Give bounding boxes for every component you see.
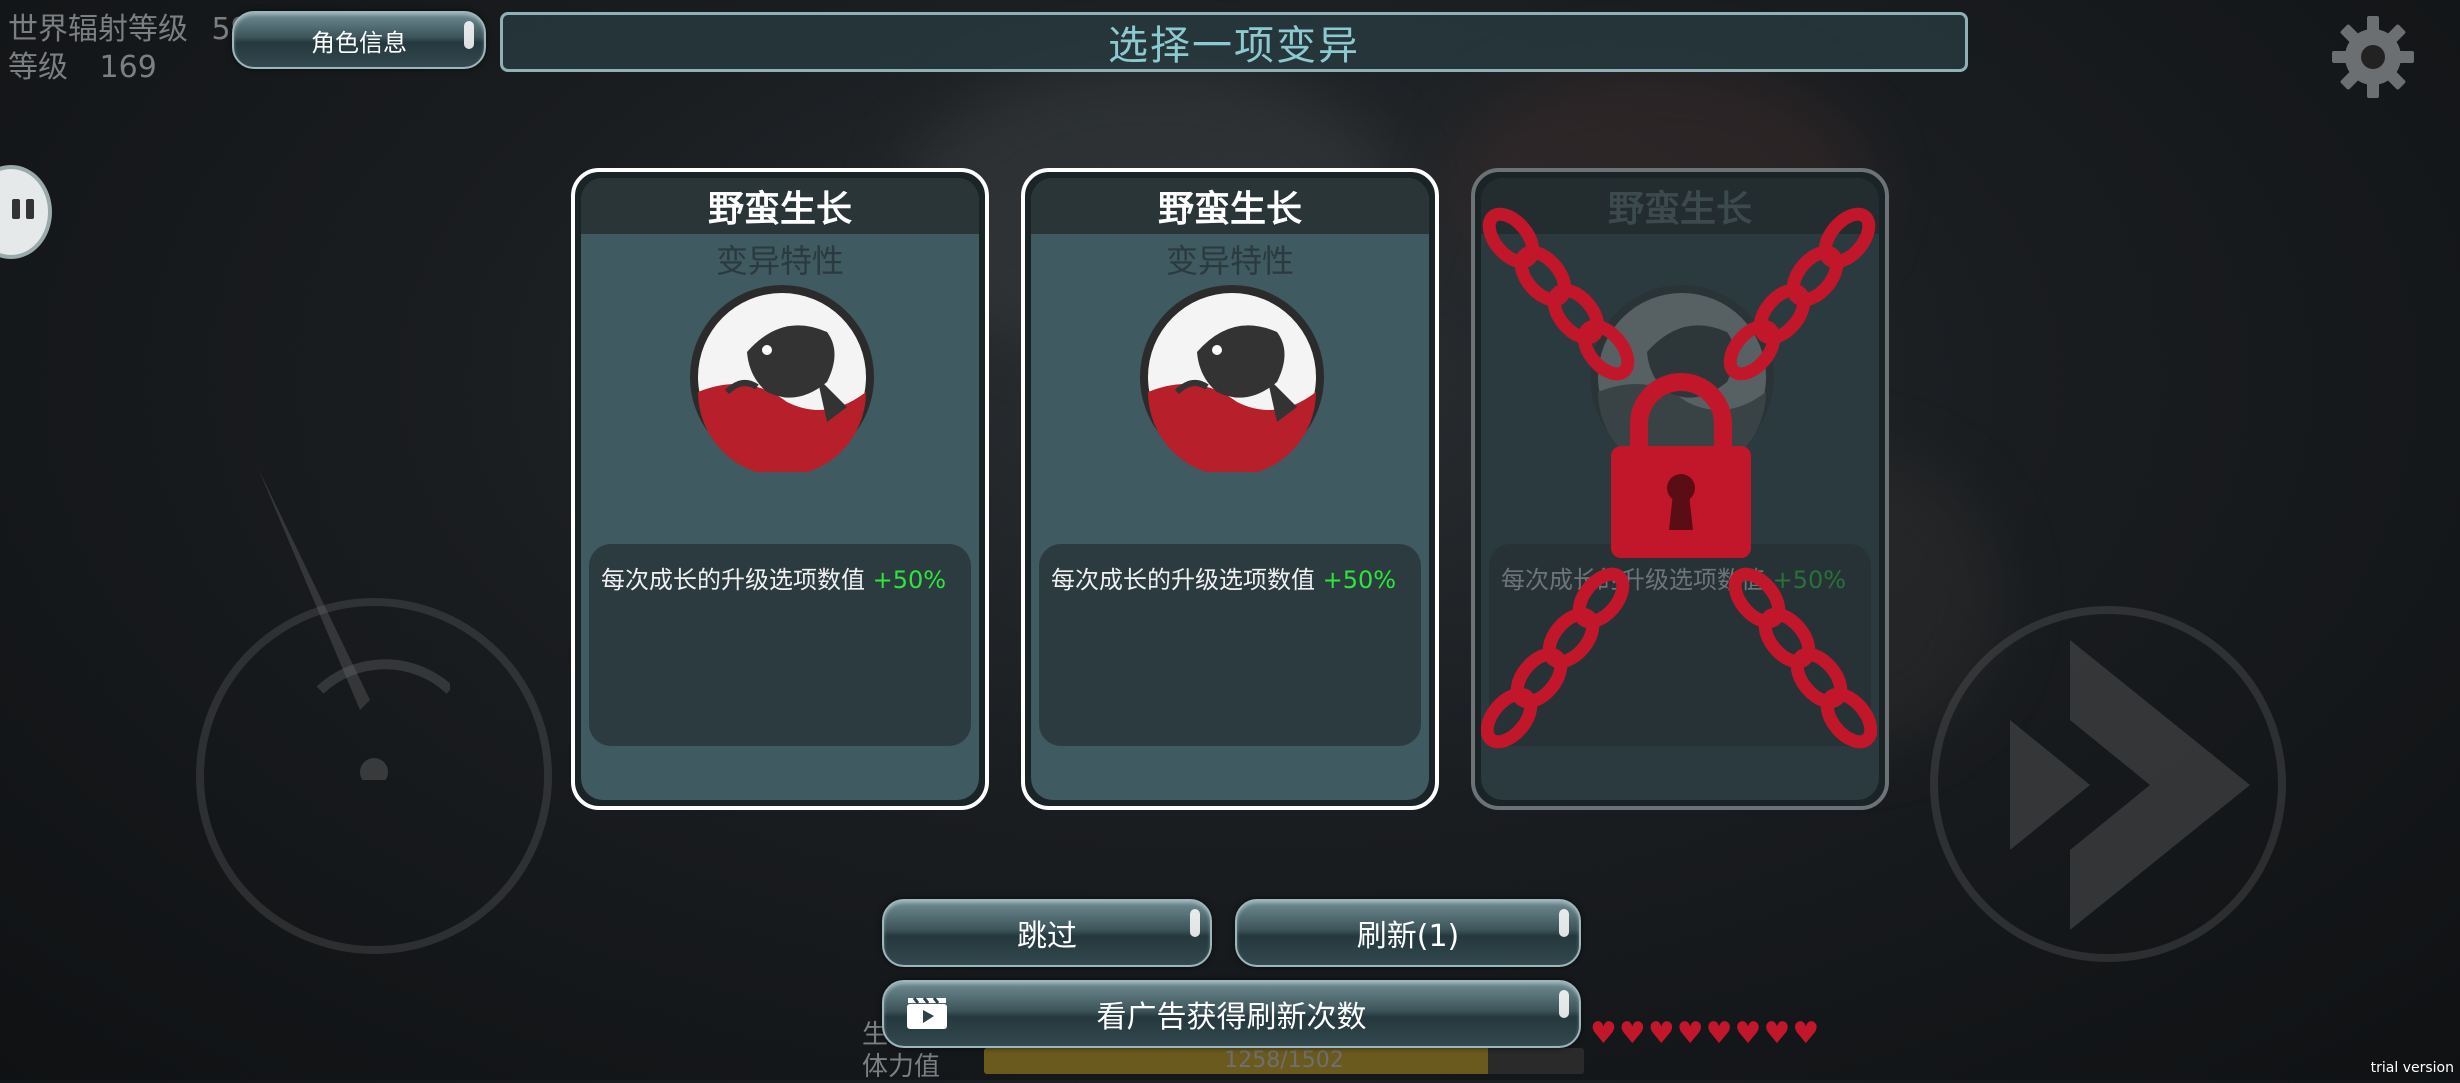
watch-ad-label: 看广告获得刷新次数 [1096,1000,1367,1035]
card-type: 变异特性 [1165,242,1294,280]
heart-icon: ♥ [1647,1016,1677,1051]
card-bonus-value: +50% [872,566,947,594]
hp-hearts: ♥♥♥♥♥♥♥♥ [1590,1016,1821,1051]
card-description-text: 每次成长的升级选项数值 [601,566,865,594]
card-bonus-value: +50% [1322,566,1397,594]
pause-icon[interactable] [0,165,52,259]
joystick-needle [250,460,454,786]
button-shine [1559,990,1569,1018]
trial-watermark: trial version [2370,1060,2454,1076]
card-title: 野蛮生长 [581,178,979,234]
video-ad-icon [906,996,948,1030]
mutation-selection-title-bar: 选择一项变异 [500,12,1968,72]
mutation-card-1[interactable]: 野蛮生长 变异特性 每次成长的升级选项数值 +50% [571,168,989,810]
card-type: 变异特性 [715,242,844,280]
watch-ad-button[interactable]: 看广告获得刷新次数 [882,980,1581,1048]
character-info-button[interactable]: 角色信息 [232,11,486,69]
double-chevron-right-icon [2000,640,2260,930]
refresh-label: 刷新(1) [1356,919,1460,954]
heart-icon: ♥ [1618,1016,1648,1051]
heart-icon: ♥ [1763,1016,1793,1051]
stamina-value: 1258/1502 [1224,1048,1344,1073]
level-label: 等级 [8,50,68,85]
card-description: 每次成长的升级选项数值 +50% [1051,560,1396,595]
button-shine [1190,909,1200,937]
padlock-icon [1611,368,1751,558]
player-level: 等级 169 [8,42,157,86]
gear-icon[interactable] [2330,14,2416,100]
skip-label: 跳过 [1017,919,1077,954]
character-info-label: 角色信息 [311,28,407,57]
card-description-panel: 每次成长的升级选项数值 +50% [589,544,971,746]
refresh-button[interactable]: 刷新(1) [1235,899,1581,967]
card-description: 每次成长的升级选项数值 +50% [601,560,946,595]
fish-mutation-icon [1137,282,1327,476]
button-shine [464,21,474,49]
skip-button[interactable]: 跳过 [882,899,1212,967]
card-description-text: 每次成长的升级选项数值 [1051,566,1315,594]
stamina-label: 体力值 [862,1052,941,1082]
level-value: 169 [99,50,157,85]
card-description-panel: 每次成长的升级选项数值 +50% [1039,544,1421,746]
heart-icon: ♥ [1792,1016,1822,1051]
heart-icon: ♥ [1590,1016,1619,1051]
mutation-card-3-locked[interactable]: 野蛮生长 变异特性 每次成长的升级选项数值 +50% [1471,168,1889,810]
stamina-bar: 1258/1502 [984,1048,1584,1074]
fish-mutation-icon [687,282,877,476]
button-shine [1559,909,1569,937]
heart-icon: ♥ [1734,1016,1764,1051]
page-title: 选择一项变异 [1108,23,1360,69]
heart-icon: ♥ [1705,1016,1735,1051]
card-title: 野蛮生长 [1031,178,1429,234]
heart-icon: ♥ [1676,1016,1706,1051]
mutation-card-2[interactable]: 野蛮生长 变异特性 每次成长的升级选项数值 +50% [1021,168,1439,810]
